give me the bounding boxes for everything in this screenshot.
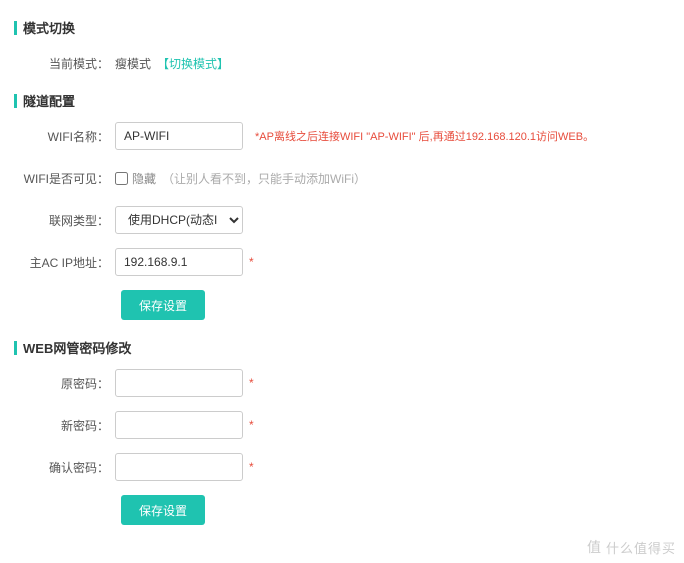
mode-section-title: 模式切换 <box>23 18 75 37</box>
old-pwd-label: 原密码： <box>0 375 115 392</box>
section-bar-icon <box>14 94 17 108</box>
wifi-name-hint: *AP离线之后连接WIFI "AP-WIFI" 后,再通过192.168.120… <box>255 128 594 144</box>
old-pwd-row: 原密码： * <box>0 369 684 397</box>
new-pwd-input[interactable] <box>115 411 243 439</box>
section-bar-icon <box>14 21 17 35</box>
watermark-icon: 值 <box>587 537 602 557</box>
confirm-pwd-label: 确认密码： <box>0 459 115 476</box>
wifi-name-input[interactable] <box>115 122 243 150</box>
net-type-label: 联网类型： <box>0 212 115 229</box>
tunnel-section-title: 隧道配置 <box>23 91 75 110</box>
required-star-icon: * <box>249 460 254 474</box>
wifi-hide-checkbox-label[interactable]: 隐藏 （让别人看不到，只能手动添加WiFi） <box>115 170 366 187</box>
old-pwd-input[interactable] <box>115 369 243 397</box>
ac-ip-row: 主AC IP地址： * <box>0 248 684 276</box>
tunnel-save-button[interactable]: 保存设置 <box>121 290 205 320</box>
mode-section-header: 模式切换 <box>14 18 684 37</box>
ac-ip-input[interactable] <box>115 248 243 276</box>
ac-ip-label: 主AC IP地址： <box>0 254 115 271</box>
wifi-name-row: WIFI名称： *AP离线之后连接WIFI "AP-WIFI" 后,再通过192… <box>0 122 684 150</box>
required-star-icon: * <box>249 255 254 269</box>
current-mode-label: 当前模式： <box>0 55 115 72</box>
watermark: 值 什么值得买 <box>587 537 676 557</box>
new-pwd-row: 新密码： * <box>0 411 684 439</box>
required-star-icon: * <box>249 376 254 390</box>
confirm-pwd-row: 确认密码： * <box>0 453 684 481</box>
tunnel-section-header: 隧道配置 <box>14 91 684 110</box>
wifi-hide-checkbox[interactable] <box>115 172 128 185</box>
wifi-hide-hint: （让别人看不到，只能手动添加WiFi） <box>162 170 366 187</box>
wifi-visible-row: WIFI是否可见： 隐藏 （让别人看不到，只能手动添加WiFi） <box>0 164 684 192</box>
required-star-icon: * <box>249 418 254 432</box>
wifi-hide-text: 隐藏 <box>132 170 156 187</box>
current-mode-value: 瘦模式 <box>115 55 151 72</box>
password-section-title: WEB网管密码修改 <box>23 338 131 357</box>
new-pwd-label: 新密码： <box>0 417 115 434</box>
switch-mode-link[interactable]: 【切换模式】 <box>157 55 229 72</box>
section-bar-icon <box>14 341 17 355</box>
net-type-row: 联网类型： 使用DHCP(动态IP) <box>0 206 684 234</box>
watermark-text: 什么值得买 <box>606 538 676 557</box>
password-section-header: WEB网管密码修改 <box>14 338 684 357</box>
confirm-pwd-input[interactable] <box>115 453 243 481</box>
wifi-name-label: WIFI名称： <box>0 128 115 145</box>
net-type-select[interactable]: 使用DHCP(动态IP) <box>115 206 243 234</box>
wifi-visible-label: WIFI是否可见： <box>0 170 115 187</box>
current-mode-row: 当前模式： 瘦模式 【切换模式】 <box>0 49 684 77</box>
